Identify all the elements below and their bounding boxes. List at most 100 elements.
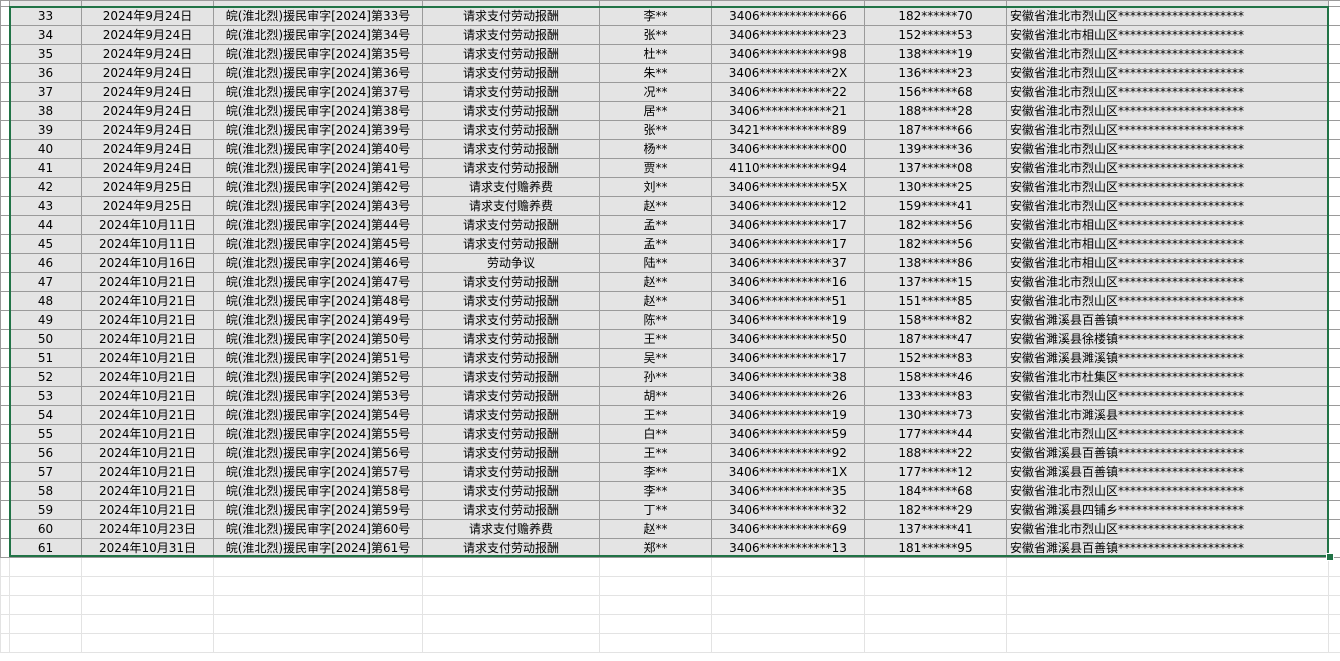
cell-case-type[interactable]: 请求支付劳动报酬 [422, 158, 600, 178]
empty-cell[interactable] [81, 614, 214, 634]
cell-index[interactable]: 36 [9, 63, 82, 83]
cell-name[interactable]: 李** [599, 462, 712, 482]
cell-index[interactable]: 43 [9, 196, 82, 216]
empty-cell[interactable] [1328, 595, 1340, 615]
cell-gutter[interactable] [0, 139, 10, 159]
cell-date[interactable]: 2024年9月24日 [81, 120, 214, 140]
cell-address[interactable]: 安徽省濉溪县徐楼镇********************* [1006, 329, 1329, 349]
cell-case-type[interactable]: 请求支付劳动报酬 [422, 538, 600, 558]
cell-id-number[interactable]: 3406************19 [711, 405, 865, 425]
cell-case-type[interactable]: 请求支付赡养费 [422, 519, 600, 539]
cell-phone[interactable]: 187******47 [864, 329, 1007, 349]
empty-cell[interactable] [599, 557, 712, 577]
cell-index[interactable]: 44 [9, 215, 82, 235]
cell-trailing[interactable] [1328, 44, 1340, 64]
cell-gutter[interactable] [0, 424, 10, 444]
cell-phone[interactable]: 139******36 [864, 139, 1007, 159]
empty-cell[interactable] [599, 614, 712, 634]
cell-date[interactable]: 2024年9月24日 [81, 25, 214, 45]
cell-case-type[interactable]: 请求支付劳动报酬 [422, 25, 600, 45]
cell-case-number[interactable]: 皖(淮北烈)援民审字[2024]第55号 [213, 424, 423, 444]
cell-date[interactable]: 2024年9月24日 [81, 139, 214, 159]
cell-case-type[interactable]: 请求支付劳动报酬 [422, 44, 600, 64]
cell-gutter[interactable] [0, 538, 10, 558]
cell-index[interactable]: 48 [9, 291, 82, 311]
cell-date[interactable]: 2024年9月24日 [81, 6, 214, 26]
empty-cell[interactable] [0, 633, 10, 653]
cell-id-number[interactable]: 3406************00 [711, 139, 865, 159]
cell-gutter[interactable] [0, 25, 10, 45]
cell-date[interactable]: 2024年9月24日 [81, 158, 214, 178]
empty-cell[interactable] [1328, 633, 1340, 653]
cell-address[interactable]: 安徽省淮北市烈山区********************* [1006, 44, 1329, 64]
cell-case-number[interactable]: 皖(淮北烈)援民审字[2024]第43号 [213, 196, 423, 216]
cell-name[interactable]: 丁** [599, 500, 712, 520]
cell-id-number[interactable]: 3406************37 [711, 253, 865, 273]
cell-date[interactable]: 2024年9月24日 [81, 101, 214, 121]
cell-gutter[interactable] [0, 481, 10, 501]
cell-phone[interactable]: 152******83 [864, 348, 1007, 368]
cell-date[interactable]: 2024年10月23日 [81, 519, 214, 539]
cell-case-number[interactable]: 皖(淮北烈)援民审字[2024]第33号 [213, 6, 423, 26]
fill-handle[interactable] [1326, 553, 1334, 561]
cell-phone[interactable]: 177******44 [864, 424, 1007, 444]
cell-phone[interactable]: 156******68 [864, 82, 1007, 102]
cell-case-number[interactable]: 皖(淮北烈)援民审字[2024]第57号 [213, 462, 423, 482]
cell-case-type[interactable]: 请求支付劳动报酬 [422, 291, 600, 311]
cell-phone[interactable]: 158******82 [864, 310, 1007, 330]
cell-name[interactable]: 赵** [599, 519, 712, 539]
cell-index[interactable]: 47 [9, 272, 82, 292]
cell-case-number[interactable]: 皖(淮北烈)援民审字[2024]第58号 [213, 481, 423, 501]
empty-cell[interactable] [81, 633, 214, 653]
empty-cell[interactable] [0, 576, 10, 596]
cell-trailing[interactable] [1328, 272, 1340, 292]
cell-case-type[interactable]: 请求支付劳动报酬 [422, 462, 600, 482]
cell-date[interactable]: 2024年9月25日 [81, 177, 214, 197]
cell-gutter[interactable] [0, 6, 10, 26]
cell-trailing[interactable] [1328, 120, 1340, 140]
empty-cell[interactable] [1006, 595, 1329, 615]
cell-gutter[interactable] [0, 158, 10, 178]
cell-gutter[interactable] [0, 386, 10, 406]
cell-address[interactable]: 安徽省淮北市烈山区********************* [1006, 139, 1329, 159]
cell-address[interactable]: 安徽省淮北市烈山区********************* [1006, 6, 1329, 26]
cell-index[interactable]: 50 [9, 329, 82, 349]
cell-phone[interactable]: 182******56 [864, 215, 1007, 235]
empty-cell[interactable] [864, 633, 1007, 653]
cell-address[interactable]: 安徽省淮北市相山区********************* [1006, 234, 1329, 254]
cell-phone[interactable]: 136******23 [864, 63, 1007, 83]
cell-trailing[interactable] [1328, 329, 1340, 349]
cell-case-type[interactable]: 请求支付劳动报酬 [422, 6, 600, 26]
cell-name[interactable]: 陆** [599, 253, 712, 273]
empty-cell[interactable] [864, 595, 1007, 615]
empty-cell[interactable] [1006, 557, 1329, 577]
cell-id-number[interactable]: 3406************16 [711, 272, 865, 292]
cell-date[interactable]: 2024年9月24日 [81, 63, 214, 83]
cell-trailing[interactable] [1328, 481, 1340, 501]
cell-index[interactable]: 45 [9, 234, 82, 254]
cell-case-number[interactable]: 皖(淮北烈)援民审字[2024]第50号 [213, 329, 423, 349]
cell-name[interactable]: 赵** [599, 272, 712, 292]
cell-id-number[interactable]: 3406************21 [711, 101, 865, 121]
cell-phone[interactable]: 130******25 [864, 177, 1007, 197]
cell-phone[interactable]: 152******53 [864, 25, 1007, 45]
cell-phone[interactable]: 182******29 [864, 500, 1007, 520]
cell-date[interactable]: 2024年9月24日 [81, 82, 214, 102]
cell-phone[interactable]: 177******12 [864, 462, 1007, 482]
cell-trailing[interactable] [1328, 139, 1340, 159]
cell-case-number[interactable]: 皖(淮北烈)援民审字[2024]第48号 [213, 291, 423, 311]
cell-id-number[interactable]: 3406************66 [711, 6, 865, 26]
cell-phone[interactable]: 188******22 [864, 443, 1007, 463]
cell-phone[interactable]: 188******28 [864, 101, 1007, 121]
empty-cell[interactable] [711, 595, 865, 615]
cell-case-type[interactable]: 请求支付劳动报酬 [422, 272, 600, 292]
cell-case-type[interactable]: 请求支付劳动报酬 [422, 101, 600, 121]
cell-address[interactable]: 安徽省淮北市烈山区********************* [1006, 63, 1329, 83]
cell-case-number[interactable]: 皖(淮北烈)援民审字[2024]第54号 [213, 405, 423, 425]
empty-cell[interactable] [213, 557, 423, 577]
cell-trailing[interactable] [1328, 6, 1340, 26]
cell-gutter[interactable] [0, 63, 10, 83]
cell-phone[interactable]: 133******83 [864, 386, 1007, 406]
cell-case-type[interactable]: 劳动争议 [422, 253, 600, 273]
cell-case-number[interactable]: 皖(淮北烈)援民审字[2024]第38号 [213, 101, 423, 121]
